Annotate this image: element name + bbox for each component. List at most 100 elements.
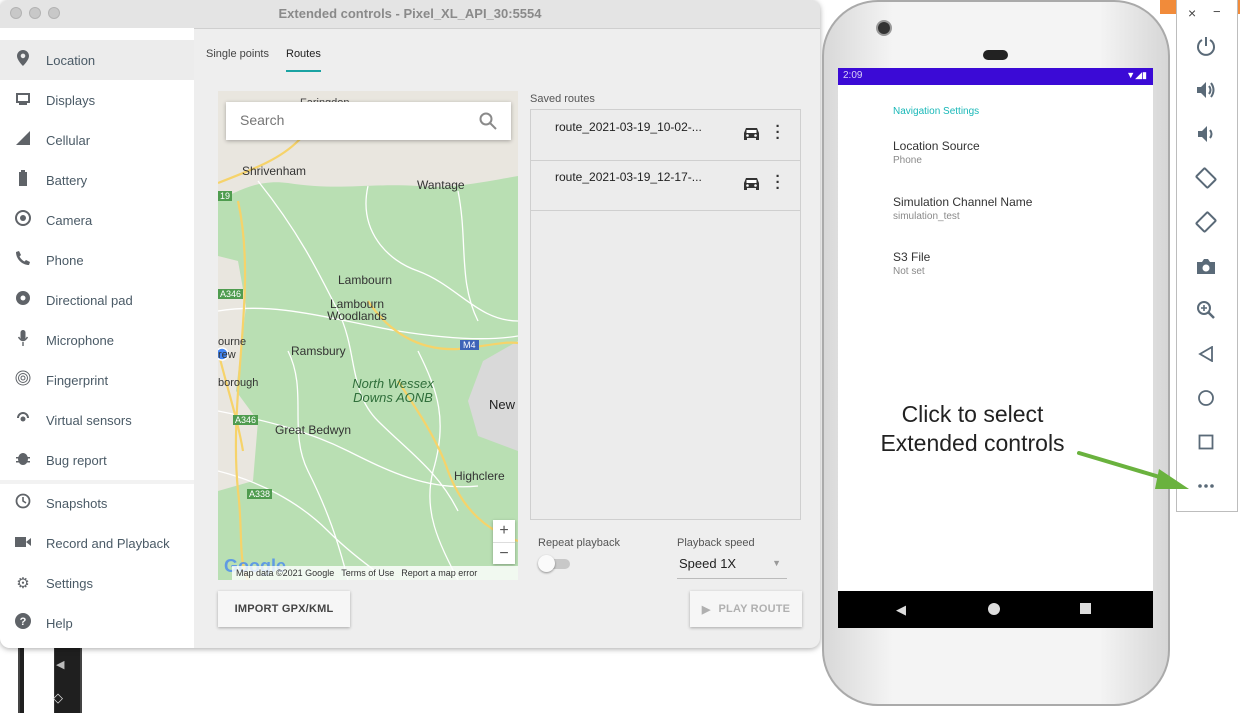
sidebar-item-battery[interactable]: Battery — [0, 160, 194, 200]
volume-down-icon[interactable] — [1190, 119, 1222, 149]
sidebar-item-microphone[interactable]: Microphone — [0, 320, 194, 360]
sidebar-item-bug-report[interactable]: Bug report — [0, 440, 194, 480]
more-options-icon[interactable]: · · · — [771, 119, 785, 146]
rotate-right-icon[interactable] — [1190, 207, 1222, 237]
sidebar-item-fingerprint[interactable]: Fingerprint — [0, 360, 194, 400]
status-time: 2:09 — [843, 70, 863, 81]
sidebar-item-record-and-playback[interactable]: Record and Playback — [0, 523, 194, 563]
volume-up-icon[interactable] — [1190, 75, 1222, 105]
minimize-icon[interactable]: − — [1213, 4, 1221, 19]
annotation-line-1: Click to select — [901, 401, 1044, 427]
setting-title[interactable]: Simulation Channel Name — [893, 195, 1032, 209]
sidebar: Location Displays Cellular Battery Camer… — [0, 28, 194, 648]
sidebar-item-label: Phone — [46, 252, 84, 268]
sidebar-item-location[interactable]: Location — [0, 40, 194, 80]
route-name: route_2021-03-19_10-02-... — [555, 120, 702, 134]
setting-title[interactable]: S3 File — [893, 250, 930, 264]
sidebar-item-displays[interactable]: Displays — [0, 80, 194, 120]
road-shield: A346 — [233, 415, 259, 425]
tab-routes[interactable]: Routes — [286, 48, 321, 72]
sidebar-item-label: Virtual sensors — [46, 412, 132, 428]
sidebar-item-label: Camera — [46, 212, 93, 228]
setting-value: Not set — [893, 266, 925, 277]
tab-single-points[interactable]: Single points — [206, 48, 269, 70]
search-input[interactable] — [238, 111, 472, 129]
more-options-icon[interactable]: · · · — [771, 169, 785, 196]
bug-icon — [0, 450, 46, 470]
sidebar-item-directional-pad[interactable]: Directional pad — [0, 280, 194, 320]
back-icon[interactable]: ◀ — [896, 602, 906, 618]
toggle-knob — [538, 555, 555, 572]
sidebar-item-snapshots[interactable]: Snapshots — [0, 483, 194, 523]
road-shield: A346 — [218, 289, 244, 299]
zoom-in-button[interactable]: + — [493, 520, 515, 543]
map-label: Shrivenham — [242, 164, 307, 178]
route-row[interactable]: route_2021-03-19_10-02-... · · · — [531, 110, 800, 161]
terms-link[interactable]: Terms of Use — [341, 568, 394, 578]
car-icon — [743, 127, 760, 141]
map-attribution: Map data ©2021 Google Terms of Use Repor… — [232, 566, 518, 580]
map-label: Highclere — [454, 469, 505, 483]
sidebar-item-phone[interactable]: Phone — [0, 240, 194, 280]
saved-routes-list: route_2021-03-19_10-02-... · · · route_202… — [530, 109, 801, 520]
speed-value: Speed 1X — [679, 556, 737, 571]
svg-text:?: ? — [20, 616, 27, 628]
setting-value: Phone — [893, 155, 922, 166]
back-icon[interactable] — [1190, 339, 1222, 369]
overview-icon[interactable] — [1080, 603, 1091, 614]
car-icon — [743, 177, 760, 191]
play-route-button[interactable]: ▶ PLAY ROUTE — [690, 591, 802, 627]
status-bar: 2:09 ▼◢▮ — [838, 68, 1153, 85]
rotate-icon: ◇ — [53, 690, 63, 705]
play-icon: ▶ — [701, 603, 711, 616]
sidebar-item-label: Fingerprint — [46, 372, 109, 388]
import-gpx-kml-button[interactable]: IMPORT GPX/KML — [218, 591, 350, 627]
route-row[interactable]: route_2021-03-19_12-17-... · · · — [531, 160, 800, 211]
map-view[interactable]: Faringdon Shrivenham Wantage Lambourn La… — [218, 91, 518, 580]
sidebar-item-label: Displays — [46, 92, 96, 108]
map-label: North Wessex Downs AONB — [352, 376, 434, 405]
playback-speed-select[interactable]: Speed 1X ▼ — [677, 554, 787, 579]
home-icon[interactable] — [988, 603, 1000, 615]
sidebar-item-camera[interactable]: Camera — [0, 200, 194, 240]
map-zoom-controls: + − — [493, 520, 515, 564]
sidebar-item-cellular[interactable]: Cellular — [0, 120, 194, 160]
close-icon[interactable]: × — [1188, 5, 1196, 21]
map-search-box[interactable] — [226, 102, 511, 140]
device-nav-bar: ◀ — [838, 591, 1153, 628]
map-label: Lambourn — [338, 273, 393, 287]
sidebar-item-virtual-sensors[interactable]: Virtual sensors — [0, 400, 194, 440]
signal-icon — [0, 131, 46, 149]
sidebar-item-label: Snapshots — [46, 495, 108, 511]
rotate-left-icon[interactable] — [1190, 163, 1222, 193]
search-icon[interactable] — [479, 112, 497, 135]
screenshot-icon[interactable] — [1190, 251, 1222, 281]
battery-icon — [0, 170, 46, 190]
zoom-out-button[interactable]: − — [493, 543, 515, 565]
sidebar-item-label: Battery — [46, 172, 88, 188]
zoom-icon[interactable] — [1190, 295, 1222, 325]
phone-icon — [0, 251, 46, 269]
volume-icon: ◀ — [56, 659, 65, 671]
home-icon[interactable] — [1190, 383, 1222, 413]
dpad-icon — [0, 290, 46, 310]
display-icon — [0, 92, 46, 109]
microphone-icon — [0, 330, 46, 350]
sidebar-item-settings[interactable]: ⚙ Settings — [0, 563, 194, 603]
device-screen[interactable] — [838, 68, 1153, 628]
sidebar-item-label: Microphone — [46, 332, 114, 348]
power-icon[interactable] — [1190, 31, 1222, 61]
repeat-playback-toggle[interactable] — [538, 555, 572, 572]
report-map-error-link[interactable]: Report a map error — [401, 568, 477, 578]
background-emulator-toolbar: ◀ ◇ — [18, 640, 82, 713]
sensors-icon — [0, 410, 46, 430]
setting-title[interactable]: Location Source — [893, 139, 980, 153]
map-label: Lambourn Woodlands — [327, 297, 387, 323]
saved-routes-label: Saved routes — [530, 93, 595, 105]
sidebar-item-help[interactable]: ? Help — [0, 603, 194, 643]
camera-icon — [0, 210, 46, 230]
dropdown-arrow-icon: ▼ — [772, 558, 781, 568]
setting-value: simulation_test — [893, 211, 960, 222]
map-label: ourne — [218, 336, 247, 348]
playback-speed-label: Playback speed — [677, 537, 755, 549]
